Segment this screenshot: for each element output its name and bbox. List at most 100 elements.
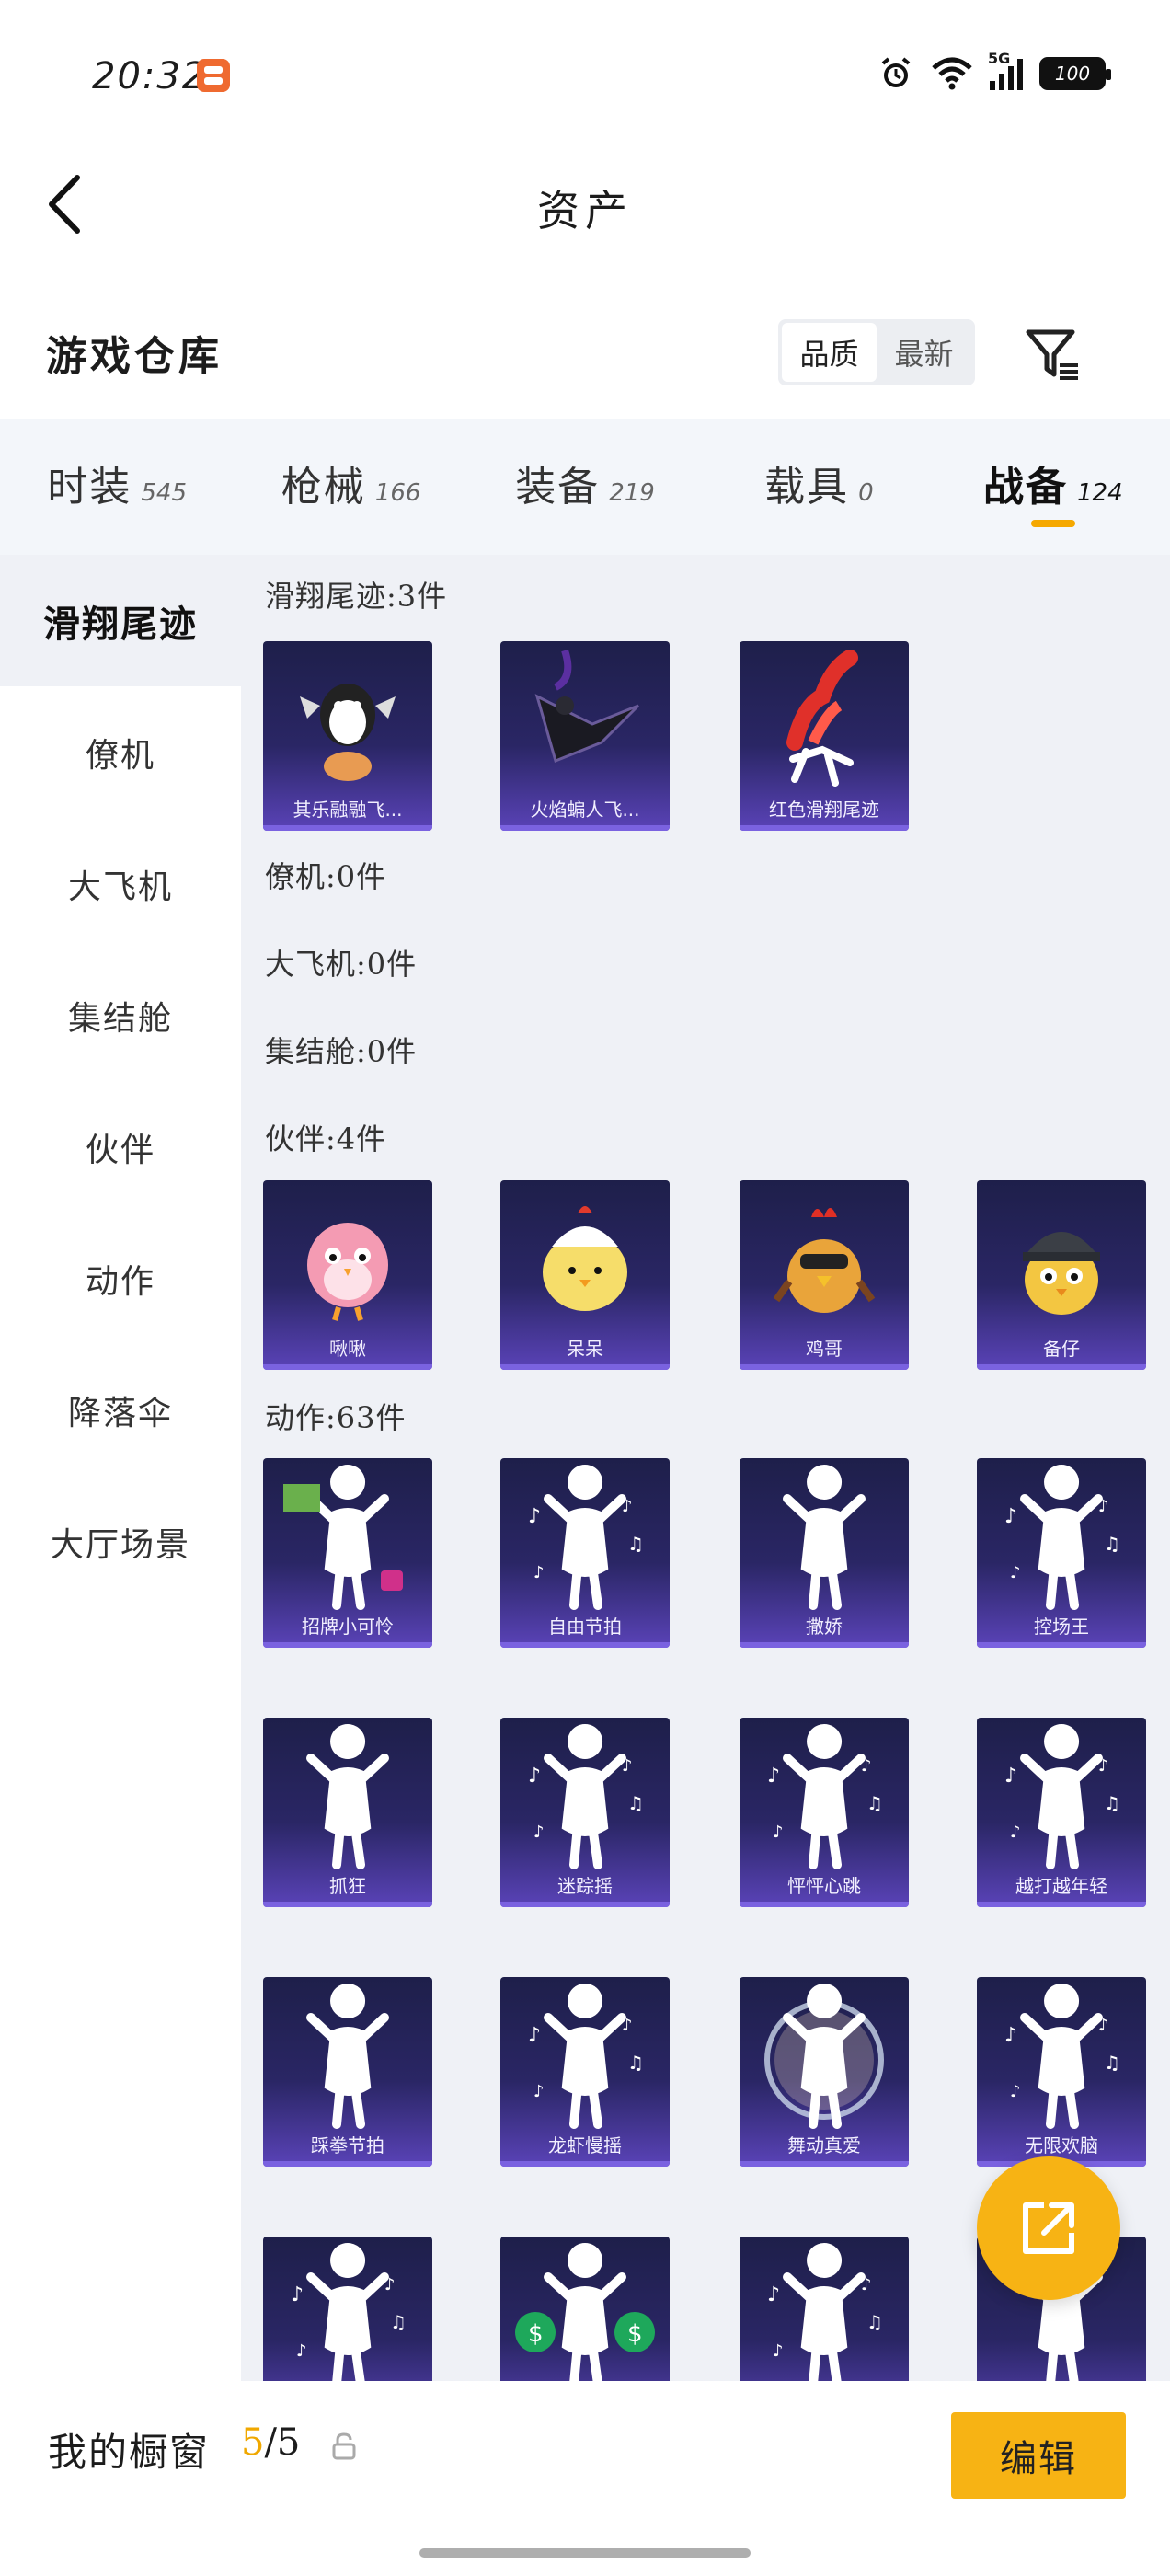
tab-equipment[interactable]: 装备 219 [468, 419, 702, 555]
emote-pose-icon [783, 1465, 866, 1610]
filter-button[interactable] [1023, 325, 1082, 384]
item-card-emote[interactable]: ♪ ♫ ♪ ♪ 无限欢脑 [977, 1977, 1146, 2167]
sidebar-item-parachute[interactable]: 降落伞 [0, 1344, 241, 1476]
edit-button[interactable]: 编辑 [951, 2412, 1126, 2499]
item-card-label: 撒娇 [806, 1616, 843, 1638]
warehouse-title: 游戏仓库 [46, 333, 223, 380]
sidebar-item-emote[interactable]: 动作 [0, 1213, 241, 1344]
item-card-emote[interactable]: $ $ [500, 2237, 670, 2381]
svg-text:♪: ♪ [773, 1823, 784, 1842]
svg-text:♪: ♪ [533, 1823, 545, 1842]
item-card-emote[interactable]: 招牌小可怜 [263, 1458, 432, 1648]
emote-dance-icon: ♪ ♫ ♪ ♪ [528, 1984, 644, 2129]
item-card-glide-trail[interactable]: 其乐融融飞... [263, 641, 432, 831]
header: 资产 [0, 152, 1170, 262]
red-smoke-trail-icon [786, 650, 858, 787]
svg-text:♪: ♪ [291, 2283, 304, 2306]
item-card-emote[interactable]: 踩拳节拍 [263, 1977, 432, 2167]
svg-text:♪: ♪ [1004, 1765, 1017, 1788]
svg-text:♪: ♪ [384, 2275, 396, 2294]
tab-fashion[interactable]: 时装 545 [0, 419, 234, 555]
svg-text:♫: ♫ [1104, 1792, 1120, 1814]
item-card-emote[interactable]: ♪ ♫ ♪ ♪ 自由节拍 [500, 1458, 670, 1648]
svg-text:♫: ♫ [1104, 1533, 1120, 1555]
item-card-label: 龙虾慢摇 [548, 2134, 622, 2156]
svg-text:♪: ♪ [622, 2016, 633, 2035]
warehouse-bar: 游戏仓库 品质 最新 [0, 290, 1170, 409]
tab-label: 载具 [764, 464, 850, 511]
item-card-glide-trail[interactable]: 火焰蝙人飞... [500, 641, 670, 831]
yellow-chick-icon [543, 1206, 627, 1311]
battery-icon: 100 [1039, 57, 1111, 90]
svg-text:♫: ♫ [627, 1533, 644, 1555]
svg-text:♪: ♪ [533, 2082, 545, 2101]
item-card-label: 招牌小可怜 [302, 1616, 394, 1638]
emote-dance-icon: ♪ ♫ ♪ ♪ [1004, 1984, 1120, 2129]
svg-text:♫: ♫ [627, 1792, 644, 1814]
svg-text:♫: ♫ [390, 2311, 407, 2333]
section-title-big-plane: 大飞机:0件 [265, 947, 418, 982]
sidebar-item-wingman[interactable]: 僚机 [0, 686, 241, 818]
tab-vehicles[interactable]: 载具 0 [702, 419, 935, 555]
tab-firearms[interactable]: 枪械 166 [234, 419, 467, 555]
tab-count: 124 [1077, 479, 1123, 507]
item-card-glide-trail[interactable]: 红色滑翔尾迹 [740, 641, 909, 831]
sort-quality-button[interactable]: 品质 [782, 323, 877, 382]
item-card-emote[interactable]: 抓狂 [263, 1718, 432, 1907]
item-card-emote[interactable]: 舞动真爱 [740, 1977, 909, 2167]
sidebar-item-big-plane[interactable]: 大飞机 [0, 818, 241, 949]
showcase-current: 5 [241, 2421, 265, 2464]
section-title-partner: 伙伴:4件 [265, 1121, 387, 1156]
item-card-emote[interactable]: ♪ ♫ ♪ ♪ 控场王 [977, 1458, 1146, 1648]
emote-dance-icon: ♪ ♫ ♪ ♪ [291, 2243, 407, 2381]
sidebar-item-assembly-pod[interactable]: 集结舱 [0, 949, 241, 1081]
svg-text:♪: ♪ [1010, 1563, 1021, 1582]
item-card-label: 踩拳节拍 [311, 2134, 384, 2156]
sort-newest-button[interactable]: 最新 [877, 323, 971, 382]
item-card-label: 火焰蝙人飞... [530, 799, 640, 821]
showcase-total: /5 [264, 2421, 301, 2464]
rooster-icon [773, 1208, 876, 1313]
item-card-partner[interactable]: 呆呆 [500, 1180, 670, 1370]
item-card-emote[interactable]: ♪ ♫ ♪ ♪ 越打越年轻 [977, 1718, 1146, 1907]
tab-combat-gear[interactable]: 战备 124 [936, 419, 1170, 555]
svg-text:♪: ♪ [528, 1505, 541, 1528]
svg-text:♫: ♫ [1104, 2052, 1120, 2074]
sidebar-item-partner[interactable]: 伙伴 [0, 1081, 241, 1213]
active-tab-indicator [1030, 520, 1075, 527]
item-card-emote[interactable]: ♪ ♫ ♪ ♪ [740, 2237, 909, 2381]
sidebar-item-lobby-scene[interactable]: 大厅场景 [0, 1476, 241, 1607]
item-card-label: 备仔 [1043, 1338, 1080, 1360]
emote-dance-icon: ♪ ♫ ♪ ♪ [1004, 1724, 1120, 1869]
item-card-partner[interactable]: 鸡哥 [740, 1180, 909, 1370]
item-card-label: 啾啾 [329, 1338, 366, 1360]
item-card-label: 其乐融融飞... [292, 799, 403, 821]
section-title-wingman: 僚机:0件 [265, 859, 387, 894]
tab-label: 枪械 [281, 464, 366, 511]
sidebar-item-glide-trail[interactable]: 滑翔尾迹 [0, 555, 241, 686]
item-card-partner[interactable]: 啾啾 [263, 1180, 432, 1370]
share-button[interactable] [977, 2156, 1120, 2300]
item-card-emote[interactable]: ♪ ♫ ♪ ♪ [263, 2237, 432, 2381]
network-type: 5G [988, 50, 1011, 67]
pink-bird-icon [307, 1223, 388, 1321]
item-card-emote[interactable]: ♪ ♫ ♪ ♪ 迷踪摇 [500, 1718, 670, 1907]
item-card-label: 无限欢脑 [1025, 2134, 1098, 2156]
tab-count: 545 [141, 479, 188, 507]
subcategory-sidebar: 滑翔尾迹 僚机 大飞机 集结舱 伙伴 动作 降落伞 大厅场景 [0, 555, 241, 2395]
emote-dance-icon: ♪ ♫ ♪ ♪ [767, 1724, 883, 1869]
svg-text:♪: ♪ [861, 1756, 872, 1776]
emote-dance-icon: ♪ ♫ ♪ ♪ [528, 1465, 644, 1610]
alarm-icon [881, 57, 911, 87]
item-card-emote[interactable]: 撒娇 [740, 1458, 909, 1648]
item-card-label: 抓狂 [329, 1875, 366, 1897]
item-card-emote[interactable]: ♪ ♫ ♪ ♪ 龙虾慢摇 [500, 1977, 670, 2167]
section-title-glide-trail: 滑翔尾迹:3件 [265, 579, 448, 614]
emote-dance-icon: ♪ ♫ ♪ ♪ [767, 2243, 883, 2381]
helmet-chick-icon [1023, 1232, 1100, 1315]
item-card-partner[interactable]: 备仔 [977, 1180, 1146, 1370]
svg-text:♪: ♪ [1010, 2082, 1021, 2101]
item-card-emote[interactable]: ♪ ♫ ♪ ♪ 怦怦心跳 [740, 1718, 909, 1907]
svg-text:♪: ♪ [622, 1497, 633, 1516]
svg-text:♪: ♪ [1098, 1497, 1109, 1516]
